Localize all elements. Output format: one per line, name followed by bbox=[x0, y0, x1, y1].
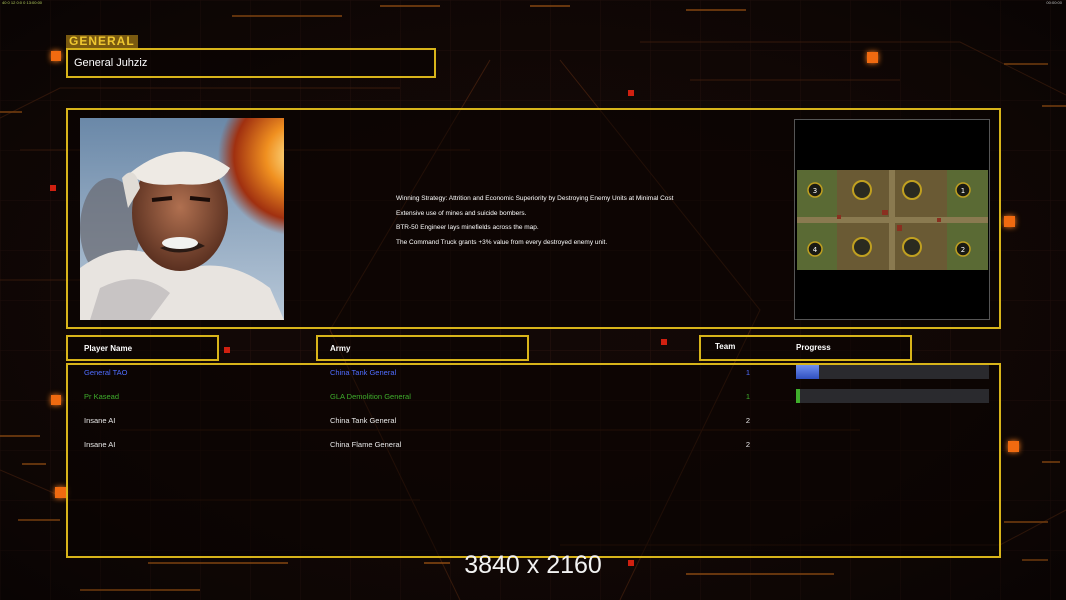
player-army: China Tank General bbox=[330, 368, 397, 377]
player-team: 1 bbox=[745, 392, 750, 401]
start-position-label: 2 bbox=[961, 246, 965, 254]
strategy-line: Winning Strategy: Attrition and Economic… bbox=[396, 195, 674, 202]
progress-bar-fill bbox=[796, 365, 820, 379]
status-readout-right: 00:00:00 bbox=[1046, 0, 1062, 5]
start-position-label: 4 bbox=[813, 246, 818, 254]
decor-red-dot bbox=[50, 185, 56, 191]
progress-bar-fill bbox=[796, 389, 800, 403]
decor-red-dot bbox=[628, 90, 634, 96]
column-header-team: Team bbox=[715, 342, 736, 351]
player-name: Insane AI bbox=[84, 440, 116, 449]
strategy-line: The Command Truck grants +3% value from … bbox=[396, 238, 608, 246]
player-team: 2 bbox=[745, 440, 750, 449]
start-position-label: 3 bbox=[813, 187, 817, 195]
general-name: General Juhziz bbox=[74, 57, 148, 69]
decor-red-dot bbox=[661, 339, 667, 345]
player-name: Insane AI bbox=[84, 416, 116, 425]
resolution-watermark: 3840 x 2160 bbox=[464, 551, 602, 579]
player-name: General TAO bbox=[84, 368, 128, 377]
start-position-label: 1 bbox=[961, 187, 965, 195]
status-readout-left: 40 0 12 0:0 0 13:00:00 bbox=[2, 0, 43, 5]
strategy-line: BTR-50 Engineer lays minefields across t… bbox=[396, 224, 539, 231]
decor-orange-square bbox=[1004, 216, 1015, 227]
player-name: Pr Kasead bbox=[84, 392, 120, 401]
player-team: 1 bbox=[745, 368, 750, 377]
strategy-line: Extensive use of mines and suicide bombe… bbox=[396, 209, 527, 217]
map-preview: 3 1 4 2 bbox=[794, 119, 990, 320]
decor-red-dot bbox=[224, 347, 230, 353]
player-army: China Flame General bbox=[330, 440, 402, 449]
map-preview-image: 3 1 4 2 bbox=[797, 170, 988, 270]
decor-orange-square bbox=[1008, 441, 1019, 452]
column-header-army: Army bbox=[330, 344, 351, 353]
decor-orange-square bbox=[55, 487, 66, 498]
progress-bar bbox=[796, 389, 989, 403]
player-army: GLA Demolition General bbox=[330, 392, 411, 401]
player-army: China Tank General bbox=[330, 416, 397, 425]
decor-orange-square bbox=[51, 395, 61, 405]
strategy-description: Winning Strategy: Attrition and Economic… bbox=[396, 192, 673, 250]
decor-orange-square bbox=[51, 51, 61, 61]
progress-bar bbox=[796, 365, 989, 379]
decor-orange-square bbox=[867, 52, 878, 63]
section-title-general: GENERAL bbox=[66, 35, 138, 48]
general-portrait-image bbox=[80, 118, 284, 320]
player-team: 2 bbox=[745, 416, 750, 425]
column-header-player-name: Player Name bbox=[84, 344, 133, 353]
column-header-progress: Progress bbox=[796, 343, 831, 352]
